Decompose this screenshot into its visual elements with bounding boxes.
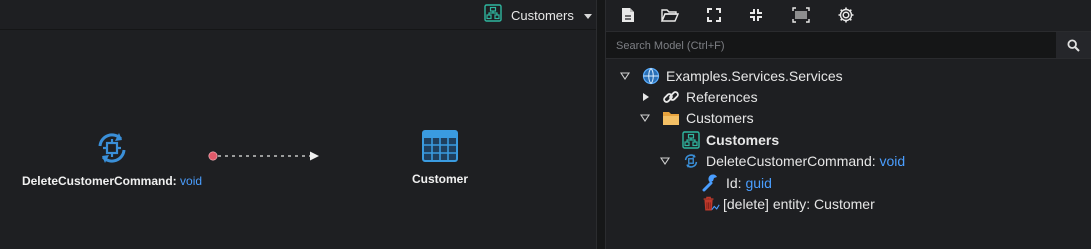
tree-item-id-field[interactable]: Id: guid <box>702 172 772 193</box>
tree-item-customers-folder[interactable]: Customers <box>662 107 754 128</box>
open-folder-icon[interactable] <box>660 5 680 25</box>
tree-item-delete-command[interactable]: DeleteCustomerCommand: void <box>682 150 905 171</box>
search-bar <box>606 31 1091 59</box>
tree-item-delete-mapping[interactable]: [delete] entity: Customer <box>702 193 875 214</box>
barcode-icon[interactable] <box>791 5 811 25</box>
chevron-down-icon <box>583 13 592 19</box>
entity-node[interactable]: Customer <box>400 128 480 186</box>
services-globe-icon <box>642 67 660 85</box>
tree-item-label: DeleteCustomerCommand: <box>706 152 876 169</box>
tree-item-customers-diagram[interactable]: Customers <box>682 129 779 150</box>
diagram-canvas[interactable]: Customers DeleteCustomerCommand: void Cu… <box>0 0 596 249</box>
tree-item-root[interactable]: Examples.Services.Services <box>642 65 843 86</box>
expand-toggle[interactable] <box>641 92 651 102</box>
collapse-icon[interactable] <box>746 5 766 25</box>
tree-item-label: [delete] entity: Customer <box>723 195 875 212</box>
entity-table-icon <box>421 128 459 166</box>
canvas-header: Customers <box>0 0 596 30</box>
association-arrow[interactable] <box>206 150 324 164</box>
model-toolbar <box>606 0 1091 30</box>
diagram-selector-label: Customers <box>511 7 574 23</box>
tree-item-label: Customers <box>706 131 780 148</box>
search-input[interactable] <box>612 36 1052 56</box>
folder-open-icon <box>662 109 680 127</box>
model-explorer-panel: Examples.Services.Services References Cu… <box>606 0 1091 249</box>
command-node[interactable]: DeleteCustomerCommand: void <box>14 128 210 188</box>
tree-item-label: References <box>686 88 758 105</box>
tree-item-references[interactable]: References <box>662 86 758 107</box>
entity-node-label: Customer <box>411 172 468 186</box>
link-icon <box>662 88 680 106</box>
tree-item-label: Customers <box>686 109 754 126</box>
tree-item-label: Examples.Services.Services <box>666 67 843 84</box>
collapse-toggle[interactable] <box>660 156 670 166</box>
collapse-toggle[interactable] <box>620 71 630 81</box>
diagram-icon <box>682 130 700 149</box>
command-icon <box>682 152 700 170</box>
command-node-label: DeleteCustomerCommand: void <box>14 174 210 188</box>
tree-item-type: guid <box>745 174 772 191</box>
settings-gear-icon[interactable] <box>836 5 856 25</box>
diagram-icon <box>484 3 502 27</box>
search-icon[interactable] <box>1056 32 1091 58</box>
new-file-icon[interactable] <box>618 5 638 25</box>
tree-item-label: Id: <box>726 174 742 191</box>
tree-item-type: void <box>879 152 906 169</box>
diagram-selector-dropdown[interactable]: Customers <box>484 3 592 27</box>
command-icon <box>92 128 132 168</box>
panel-splitter[interactable] <box>596 0 606 249</box>
expand-icon[interactable] <box>704 5 724 25</box>
wrench-icon <box>702 173 720 192</box>
command-node-name: DeleteCustomerCommand: <box>21 174 177 188</box>
trash-mapping-icon <box>702 195 720 213</box>
collapse-toggle[interactable] <box>640 113 650 123</box>
command-node-type: void <box>180 174 203 188</box>
